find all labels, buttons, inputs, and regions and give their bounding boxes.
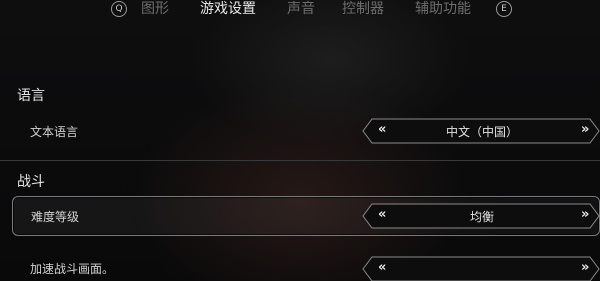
setting-row-speed-up-combat[interactable]: 加速战斗画面。 « » xyxy=(12,250,600,281)
setting-label-difficulty: 难度等级 xyxy=(31,210,80,224)
setting-label-speed-up-combat: 加速战斗画面。 xyxy=(30,262,115,276)
next-option-icon[interactable]: » xyxy=(581,122,589,137)
prev-option-icon[interactable]: « xyxy=(378,122,386,137)
text-language-selector[interactable]: « 中文（中国） » xyxy=(362,118,600,144)
selector-frame xyxy=(362,256,600,281)
difficulty-value: 均衡 xyxy=(469,210,494,224)
next-option-icon[interactable]: » xyxy=(581,260,589,275)
setting-row-text-language[interactable]: 文本语言 « 中文（中国） » xyxy=(12,112,600,150)
settings-tab-bar: Q 图形 游戏设置 声音 控制器 辅助功能 E xyxy=(0,0,600,22)
section-title-combat: 战斗 xyxy=(17,174,45,190)
tab-game-settings[interactable]: 游戏设置 xyxy=(200,0,256,18)
text-language-value: 中文（中国） xyxy=(445,125,518,139)
tab-controller[interactable]: 控制器 xyxy=(342,0,384,18)
prev-option-icon[interactable]: « xyxy=(378,260,386,275)
section-title-language: 语言 xyxy=(17,88,45,104)
q-key-hint-icon[interactable]: Q xyxy=(111,1,127,17)
tab-sound[interactable]: 声音 xyxy=(287,0,315,18)
tab-accessibility[interactable]: 辅助功能 xyxy=(415,0,471,18)
difficulty-selector[interactable]: « 均衡 » xyxy=(362,203,600,229)
section-divider xyxy=(0,160,600,161)
e-key-hint-icon[interactable]: E xyxy=(496,1,512,17)
setting-row-difficulty[interactable]: 难度等级 « 均衡 » xyxy=(12,196,600,236)
tab-graphics[interactable]: 图形 xyxy=(141,0,169,18)
setting-label-text-language: 文本语言 xyxy=(30,125,79,139)
prev-option-icon[interactable]: « xyxy=(378,207,386,222)
next-option-icon[interactable]: » xyxy=(581,207,589,222)
speed-up-combat-selector[interactable]: « » xyxy=(362,256,600,281)
